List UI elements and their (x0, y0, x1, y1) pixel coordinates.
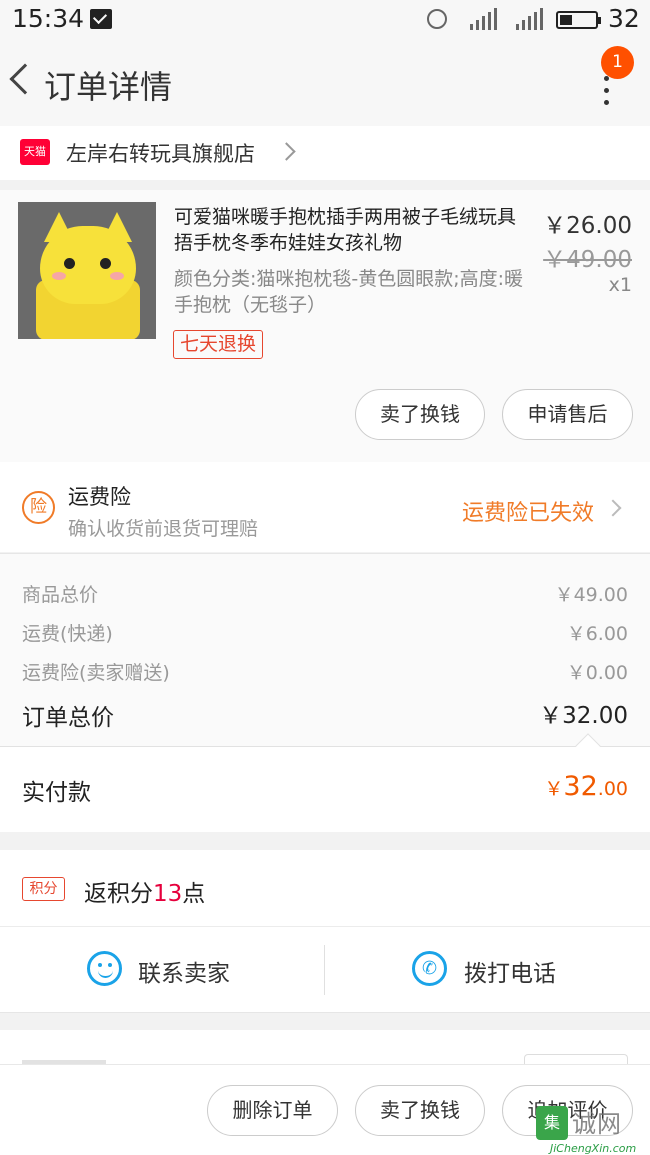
summary-value: ￥0.00 (566, 662, 628, 684)
page-title: 订单详情 (44, 68, 173, 106)
signal-bar (482, 16, 485, 30)
chevron-right-icon (604, 499, 622, 517)
insurance-icon: 险 (22, 491, 55, 524)
signal-bar (476, 20, 479, 30)
points-tag: 积分 (22, 877, 65, 901)
insurance-subtitle: 确认收货前退货可理赔 (68, 518, 259, 540)
amount-paid-label: 实付款 (22, 780, 91, 806)
summary-value: ￥49.00 (554, 584, 628, 606)
chat-icon[interactable] (87, 951, 122, 986)
sell-button[interactable]: 卖了换钱 (355, 1085, 485, 1136)
points-value: 13 (153, 881, 183, 907)
shop-name[interactable]: 左岸右转玩具旗舰店 (66, 138, 255, 168)
product-price: ￥26.00 (543, 213, 632, 239)
delete-order-button[interactable]: 删除订单 (207, 1085, 338, 1136)
status-bar: 15:34 32 (0, 0, 650, 40)
back-icon[interactable] (9, 63, 41, 95)
contact-seller-button[interactable]: 联系卖家 (138, 954, 230, 988)
summary-label: 运费(快递) (22, 623, 113, 645)
shipping-insurance-row[interactable]: 险 运费险 确认收货前退货可理赔 运费险已失效 (0, 462, 650, 552)
original-price: ￥49.00 (543, 247, 632, 273)
watermark-url: JiChengXin.com (550, 1142, 637, 1155)
signal-bar (540, 8, 543, 30)
product-image[interactable] (18, 202, 156, 339)
notification-badge: 1 (601, 46, 634, 79)
amount-paid-int: 32 (563, 771, 598, 802)
signal-icon (516, 24, 519, 30)
battery-level: 32 (608, 4, 640, 33)
signal-bar (528, 16, 531, 30)
product-card: 可爱猫咪暖手抱枕插手两用被子毛绒玩具捂手枕冬季布娃娃女孩礼物 颜色分类:猫咪抱枕… (0, 190, 650, 462)
points-suffix: 点 (182, 881, 206, 907)
divider (324, 945, 325, 995)
signal-bar (534, 12, 537, 30)
watermark-logo: 集 (536, 1106, 568, 1140)
currency-symbol: ￥ (544, 778, 564, 800)
amount-paid-row: 实付款 ￥32.00 (0, 733, 650, 832)
amount-paid-dec: .00 (597, 778, 628, 800)
product-name[interactable]: 可爱猫咪暖手抱枕插手两用被子毛绒玩具捂手枕冬季布娃娃女孩礼物 (174, 204, 524, 256)
product-quantity: x1 (608, 274, 632, 296)
contact-row: 联系卖家 ✆ 拨打电话 (0, 927, 650, 1013)
status-time: 15:34 (12, 4, 85, 33)
phone-icon[interactable]: ✆ (412, 951, 447, 986)
points-text: 返积分13点 (84, 874, 205, 908)
watermark-text: 诚网 (572, 1110, 622, 1138)
chevron-right-icon (277, 142, 296, 161)
tmall-icon: 天猫 (20, 139, 50, 165)
amount-paid-value: ￥32.00 (544, 771, 628, 802)
summary-value: ￥6.00 (566, 623, 628, 645)
watermark: 集 诚网 JiChengXin.com (532, 1102, 650, 1155)
return-policy-tag: 七天退换 (173, 330, 264, 359)
battery-icon (556, 11, 601, 29)
product-spec: 颜色分类:猫咪抱枕毯-黄色圆眼款;高度:暖手抱枕（无毯子） (174, 268, 524, 316)
summary-label: 商品总价 (22, 584, 99, 606)
shop-row[interactable]: 天猫 左岸右转玩具旗舰店 (0, 126, 650, 180)
signal-bar (522, 20, 525, 30)
summary-label: 运费险(卖家赠送) (22, 662, 170, 684)
sell-button[interactable]: 卖了换钱 (355, 389, 485, 440)
signal-bar (488, 12, 491, 30)
more-icon[interactable] (601, 76, 611, 106)
order-total-label: 订单总价 (22, 705, 114, 731)
price-summary: 商品总价 ￥49.00 运费(快递) ￥6.00 运费险(卖家赠送) ￥0.00… (0, 553, 650, 746)
after-sale-button[interactable]: 申请售后 (502, 389, 633, 440)
order-total-value: ￥32.00 (539, 703, 628, 729)
insurance-title: 运费险 (68, 485, 131, 509)
points-row: 积分 返积分13点 (0, 850, 650, 927)
app-header: 订单详情 1 (0, 40, 650, 126)
signal-bar (494, 8, 497, 30)
signal-icon (470, 24, 473, 30)
alarm-icon (427, 9, 447, 29)
mail-icon (90, 9, 112, 29)
insurance-status[interactable]: 运费险已失效 (462, 495, 594, 527)
points-prefix: 返积分 (84, 881, 153, 907)
call-button[interactable]: 拨打电话 (464, 954, 556, 988)
